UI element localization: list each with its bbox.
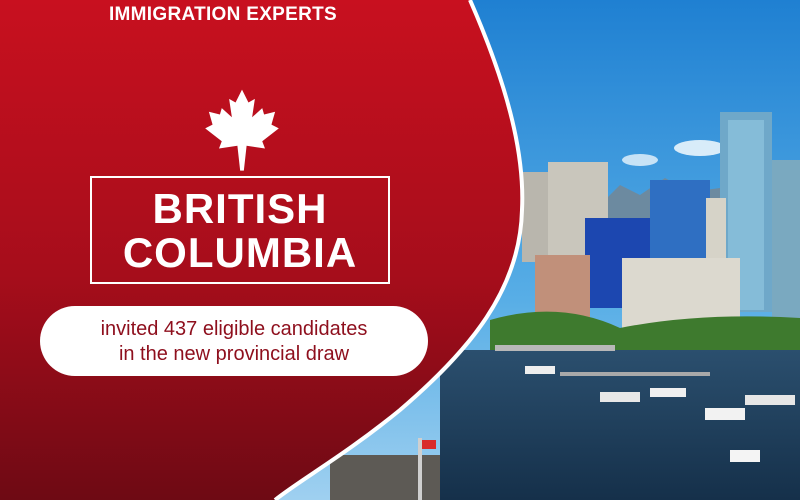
tagline-pill: invited 437 eligible candidates in the n…	[40, 306, 428, 376]
maple-leaf-icon	[205, 89, 279, 171]
tagline-line-1: invited 437 eligible candidates	[100, 318, 368, 340]
headline-line-2: COLUMBIA	[122, 229, 358, 276]
tagline-line-2: in the new provincial draw	[118, 343, 350, 365]
brand-name: IMMIGRATION EXPERTS	[108, 4, 338, 25]
headline-box: BRITISH COLUMBIA	[90, 176, 390, 284]
headline-line-1: BRITISH	[152, 185, 328, 232]
